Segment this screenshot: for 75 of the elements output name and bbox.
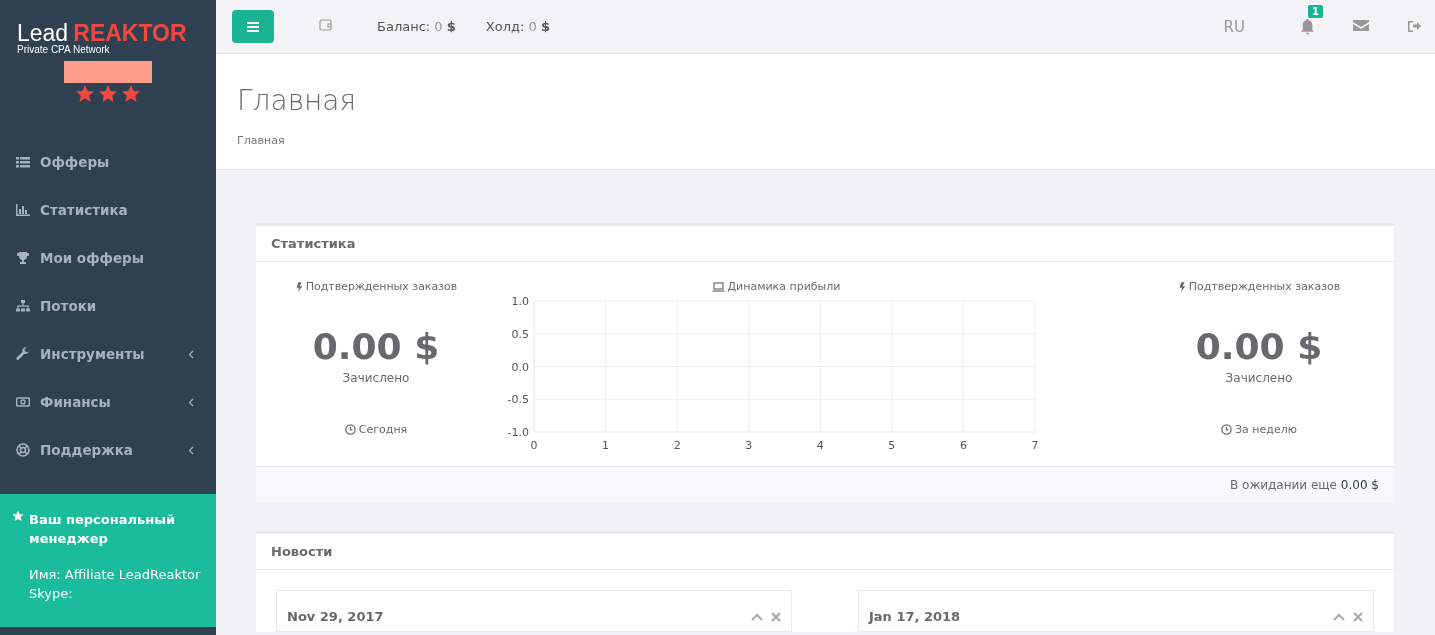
money-icon (16, 395, 30, 409)
star-icon (12, 510, 24, 522)
stat-period: Сегодня (358, 423, 408, 436)
y-tick-label: -1.0 (507, 426, 529, 439)
star-icon (98, 84, 118, 104)
clock-icon (1221, 424, 1233, 435)
laptop-icon (711, 281, 725, 292)
chevron-up-icon (1333, 612, 1345, 622)
sidebar-item[interactable]: Финансы (0, 378, 216, 426)
list-icon (16, 155, 30, 169)
x-tick-label: 0 (530, 439, 538, 452)
bell-icon (1300, 18, 1315, 35)
bolt-icon (294, 280, 303, 293)
sidebar-item[interactable]: Мои офферы (0, 234, 216, 282)
logo-text: REAKTOR (73, 20, 187, 46)
lifebuoy-icon (16, 443, 30, 457)
balance-text: Баланс: 0 $ (377, 19, 456, 34)
chart-caption: Динамика прибыли (727, 280, 841, 293)
x-tick-label: 5 (888, 439, 896, 452)
manager-skype: Skype: (29, 585, 74, 603)
stat-amount: 0.00 $ (312, 326, 440, 367)
manager-name: Имя: Affiliate LeadReaktor (29, 566, 202, 584)
language-link[interactable]: RU (1223, 17, 1245, 36)
star-icon (121, 84, 141, 104)
x-tick-label: 4 (816, 439, 824, 452)
x-tick-label: 3 (745, 439, 753, 452)
chevron-icon (188, 445, 194, 455)
stat-label: Зачислено (342, 371, 410, 385)
menu-button[interactable] (232, 10, 274, 43)
y-tick-label: 1.0 (511, 295, 529, 308)
x-tick-label: 1 (602, 439, 610, 452)
sitemap-icon (16, 299, 30, 313)
wrench-icon (16, 347, 30, 361)
star-icon (75, 84, 95, 104)
x-tick-label: 6 (959, 439, 967, 452)
breadcrumb[interactable]: Главная (237, 134, 1414, 147)
sidebar-item[interactable]: Инструменты (0, 330, 216, 378)
news-date: Jan 17, 2018 (869, 608, 962, 624)
sidebar-item[interactable]: Поддержка (0, 426, 216, 474)
envelope-icon (1353, 18, 1369, 32)
wallet-icon (319, 18, 332, 32)
chevron-up-icon (751, 612, 763, 622)
x-tick-label: 2 (673, 439, 681, 452)
close-icon (1353, 611, 1363, 622)
chevron-icon (188, 349, 194, 359)
x-tick-label: 7 (1031, 439, 1039, 452)
sidebar-item[interactable]: Офферы (0, 138, 216, 186)
logo-tagline: Private CPA Network (17, 44, 111, 55)
manager-title: Ваш персональный менеджер (29, 511, 177, 548)
card-title: Новости (256, 534, 1394, 570)
hold-text: Холд: 0 $ (485, 19, 550, 34)
sidebar-item[interactable]: Потоки (0, 282, 216, 330)
bolt-icon (1177, 280, 1186, 293)
bar-chart-icon (16, 203, 30, 217)
stat-caption: Подтвержденных заказов (305, 280, 458, 293)
clock-icon (344, 424, 356, 435)
sidebar-item[interactable]: Статистика (0, 186, 216, 234)
news-date: Nov 29, 2017 (287, 608, 385, 624)
menu-icon (247, 20, 259, 33)
logout-icon (1407, 20, 1421, 33)
pending-text: В ожидании еще 0.00 $ (256, 466, 1394, 503)
chevron-icon (188, 397, 194, 407)
stat-label: Зачислено (1225, 371, 1293, 385)
logo-text: Lead (17, 20, 69, 46)
stat-amount: 0.00 $ (1195, 326, 1323, 367)
y-tick-label: -0.5 (507, 393, 529, 407)
stat-period: За неделю (1235, 423, 1297, 436)
trophy-icon (16, 251, 30, 265)
close-icon (771, 611, 781, 622)
notification-badge: 1 (1308, 4, 1323, 18)
page-title: Главная (237, 84, 358, 117)
stat-caption: Подтвержденных заказов (1188, 280, 1341, 293)
y-tick-label: 0.5 (511, 327, 529, 341)
y-tick-label: 0.0 (511, 360, 529, 374)
card-title: Статистика (256, 226, 1394, 262)
